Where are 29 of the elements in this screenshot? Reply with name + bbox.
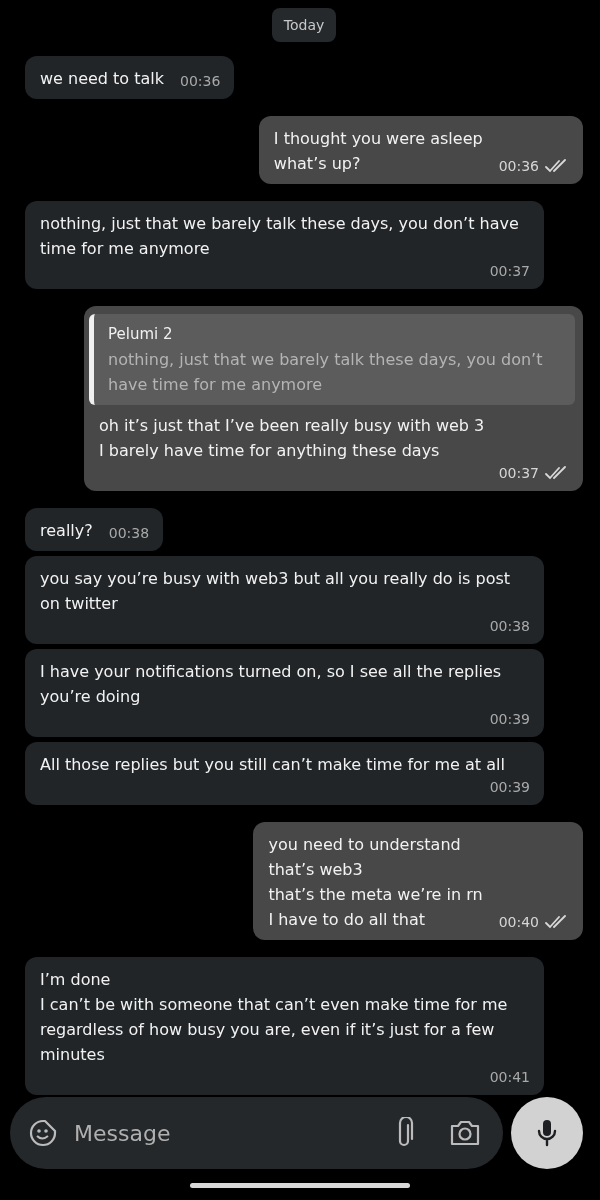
message-field[interactable]: Message <box>72 1119 379 1147</box>
message-text: oh it’s just that I’ve been really busy with web 3 I barely have time for anything these days <box>99 415 485 462</box>
message-time: 00:39 <box>489 778 530 797</box>
message-text: I have your notifications turned on, so I see all the replies you’re doing <box>40 661 503 708</box>
message-time: 00:38 <box>108 524 150 543</box>
message-time: 00:38 <box>489 617 530 636</box>
message-text: you say you’re busy with web3 but all you really do is post on twitter <box>40 568 512 615</box>
camera-icon[interactable] <box>449 1119 481 1147</box>
quoted-message[interactable]: Pelumi 2 nothing, just that we barely talk these days, you don’t have time for me anymore <box>89 314 575 405</box>
message-text: I’m done I can’t be with someone that can’t even make time for me regardless of how busy you are, even if it’s just for a few minutes <box>40 969 509 1066</box>
message-time: 00:39 <box>489 710 530 729</box>
home-indicator[interactable] <box>190 1182 410 1188</box>
message-time: 00:40 <box>498 913 539 932</box>
sticker-icon[interactable] <box>28 1118 58 1148</box>
quote-text: nothing, just that we barely talk these days, you don’t have time for me anymore <box>108 349 544 396</box>
message-text: you need to understand that’s web3 that’s the meta we’re in rn I have to do all that <box>268 834 483 931</box>
message-text: we need to talk <box>40 68 165 90</box>
message-time: 00:37 <box>489 262 530 281</box>
message-time: 00:36 <box>180 72 221 91</box>
message-time: 00:36 <box>498 157 539 176</box>
message-text: really? <box>40 520 93 542</box>
date-chip: Today <box>271 8 337 42</box>
message-text: All those replies but you still can’t make time for me at all <box>40 754 505 776</box>
microphone-icon <box>536 1118 558 1148</box>
quote-author: Pelumi 2 <box>108 324 174 345</box>
message-text: nothing, just that we barely talk these days, you don’t have time for me anymore <box>40 213 520 260</box>
message-text: I thought you were asleep what’s up? <box>273 128 483 175</box>
message-time: 00:41 <box>489 1068 530 1087</box>
message-time: 00:37 <box>498 464 539 483</box>
